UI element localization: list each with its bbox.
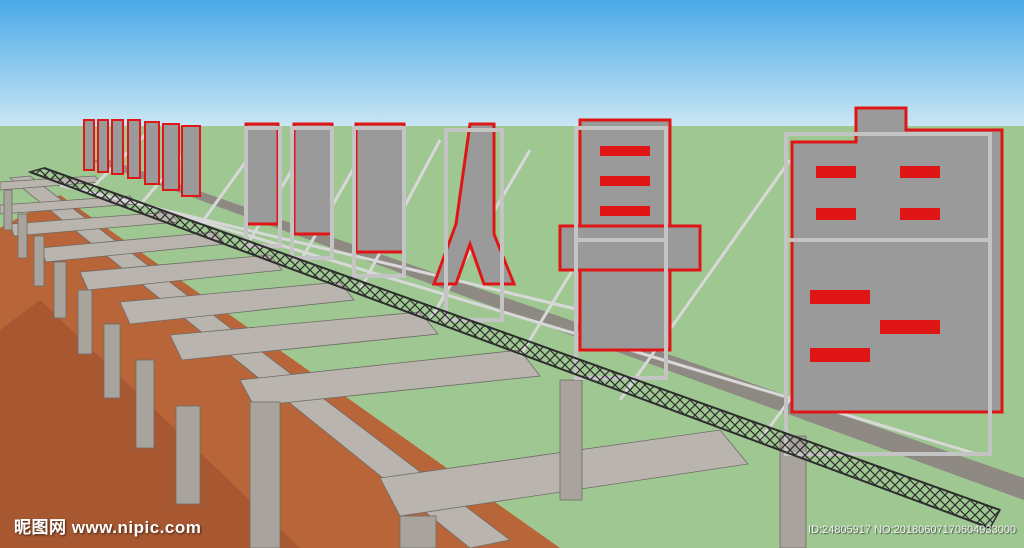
photo-id-caption: ID:24805917 NO:20180607170604933000 [808, 524, 1016, 536]
sign-char-3 [354, 122, 406, 254]
photo-watermark-logo: 昵图网 www.nipic.com [14, 518, 202, 537]
rooftop-sign-structure-render [0, 0, 1024, 548]
sign-char-2 [292, 122, 334, 236]
sign-char-6 [790, 106, 1004, 414]
sign-char-1 [244, 122, 280, 226]
